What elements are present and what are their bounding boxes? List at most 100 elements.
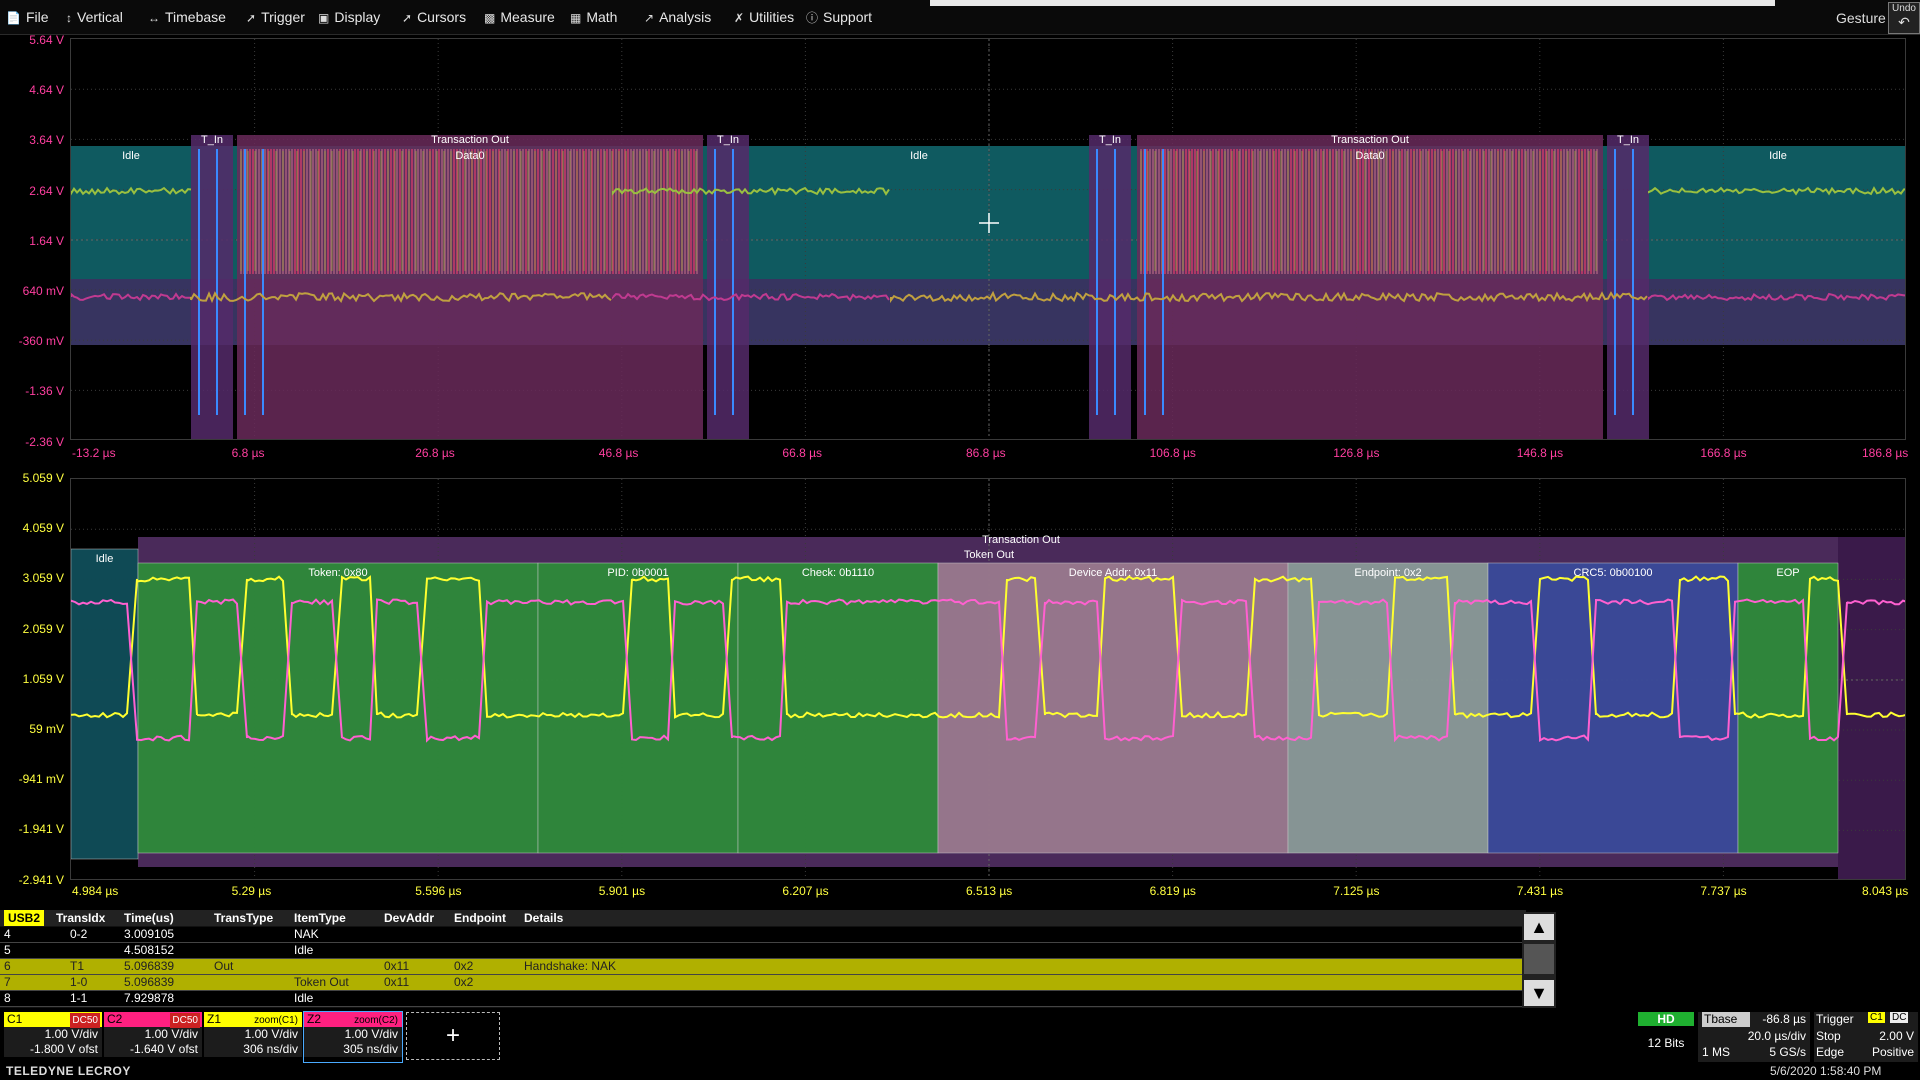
menu-display[interactable]: ▣ Display — [318, 0, 380, 34]
table-cell: 3.009105 — [124, 927, 174, 941]
menu-vertical[interactable]: ↕ Vertical — [66, 0, 123, 34]
add-channel-button[interactable]: + — [406, 1012, 500, 1060]
menu-label: Analysis — [659, 9, 711, 25]
x-tick-label: 6.8 µs — [232, 446, 265, 460]
menu-analysis[interactable]: ↗ Analysis — [644, 0, 711, 34]
undo-button[interactable]: Undo ↶ — [1888, 2, 1920, 34]
bits-label: 12 Bits — [1638, 1036, 1694, 1050]
hd-badge[interactable]: HD — [1638, 1012, 1694, 1026]
decode-table[interactable]: USB2 TransIdx Time(us) TransType ItemType Dev… — [0, 910, 1526, 1008]
channel-scale: 1.00 V/div — [4, 1027, 102, 1042]
table-row[interactable]: 7 1-0 5.096839 Token Out 0x11 0x2 — [0, 975, 1522, 991]
top-waveform-grid[interactable]: Idle T_In Transaction Out Data0 T_In Idle T_In… — [70, 38, 1906, 440]
bottom-zoom-grid[interactable]: Transaction Out Token Out Idle Token: 0x80 P… — [70, 478, 1906, 880]
column-header[interactable]: TransIdx — [56, 911, 105, 925]
table-scrollbar[interactable]: ▲ ▼ — [1522, 912, 1556, 1008]
title-strip — [930, 0, 1775, 6]
x-tick-label: 6.513 µs — [966, 884, 1012, 898]
table-cell: 7.929878 — [124, 991, 174, 1005]
table-row[interactable]: 8 1-1 7.929878 Idle — [0, 991, 1522, 1007]
segment-label: Idle — [910, 150, 928, 162]
trigger-icon: ➚ — [246, 1, 256, 35]
table-cell: Out — [214, 959, 233, 973]
channel-z2-box[interactable]: Z2 zoom(C2) 1.00 V/div 305 ns/div — [304, 1012, 402, 1062]
column-header[interactable]: DevAddr — [384, 911, 434, 925]
token-label: Token Out — [964, 549, 1014, 561]
column-header[interactable]: Details — [524, 911, 563, 925]
zoom-segment-label: EOP — [1776, 567, 1799, 579]
x-tick-label: 8.043 µs — [1862, 884, 1908, 898]
menu-label: Support — [823, 9, 872, 25]
x-tick-label: 6.207 µs — [782, 884, 828, 898]
scroll-up-icon[interactable]: ▲ — [1524, 914, 1554, 940]
channel-header: C1 DC50 — [4, 1012, 102, 1027]
trigger-slope: Positive — [1872, 1045, 1914, 1059]
analysis-icon: ↗ — [644, 1, 654, 35]
channel-z1-box[interactable]: Z1 zoom(C1) 1.00 V/div 306 ns/div — [204, 1012, 302, 1062]
y-tick-label: -1.36 V — [2, 384, 64, 398]
table-row[interactable]: 5 4.508152 Idle — [0, 943, 1522, 959]
channel-name: C2 — [107, 1012, 122, 1026]
y-tick-label: 1.64 V — [2, 234, 64, 248]
trigger-type: Edge — [1816, 1045, 1844, 1059]
channel-offset: 305 ns/div — [304, 1042, 402, 1057]
menu-math[interactable]: ▦ Math — [570, 0, 617, 34]
scroll-thumb[interactable] — [1524, 944, 1554, 974]
table-cell: 0x2 — [454, 959, 473, 973]
menu-cursors[interactable]: ➚ Cursors — [402, 0, 466, 34]
column-header[interactable]: ItemType — [294, 911, 346, 925]
channel-c2-box[interactable]: C2 DC50 1.00 V/div -1.640 V ofst — [104, 1012, 202, 1062]
y-tick-label: 3.059 V — [2, 571, 64, 585]
channel-offset: -1.800 V ofst — [4, 1042, 102, 1057]
table-cell: 0x2 — [454, 975, 473, 989]
zoom-segment-label: Check: 0b1110 — [802, 567, 874, 579]
y-tick-label: 4.059 V — [2, 521, 64, 535]
x-tick-label: 106.8 µs — [1150, 446, 1196, 460]
x-tick-label: 7.737 µs — [1700, 884, 1746, 898]
menu-utilities[interactable]: ✗ Utilities — [734, 0, 794, 34]
segment-top-label: Transaction Out — [1331, 134, 1409, 146]
zoom-segment-label: PID: 0b0001 — [607, 567, 668, 579]
table-cell: 1-0 — [70, 975, 87, 989]
y-tick-label: 4.64 V — [2, 83, 64, 97]
zoom-segment — [938, 563, 1288, 853]
menu-measure[interactable]: ▩ Measure — [484, 0, 555, 34]
gesture-label[interactable]: Gesture — [1836, 10, 1886, 26]
channel-header: C2 DC50 — [104, 1012, 202, 1027]
decode-segment — [707, 135, 749, 440]
scroll-down-icon[interactable]: ▼ — [1524, 980, 1554, 1006]
table-row[interactable]: 4 0-2 3.009105 NAK — [0, 927, 1522, 943]
channel-coupling: zoom(C1) — [252, 1013, 300, 1028]
menu-label: Timebase — [165, 9, 226, 25]
menu-file[interactable]: 📄 File — [6, 0, 49, 34]
trigger-label: Trigger — [1816, 1012, 1854, 1026]
tbase-value: -86.8 µs — [1762, 1012, 1806, 1026]
menu-label: File — [26, 9, 49, 25]
column-header[interactable]: USB2 — [4, 910, 44, 926]
channel-c1-box[interactable]: C1 DC50 1.00 V/div -1.800 V ofst — [4, 1012, 102, 1062]
column-header[interactable]: Time(us) — [124, 911, 174, 925]
segment-top-label: T_In — [1099, 134, 1121, 146]
zoom-segment — [138, 563, 538, 853]
channel-coupling: DC50 — [70, 1013, 100, 1028]
x-tick-label: 4.984 µs — [72, 884, 118, 898]
x-tick-label: 7.125 µs — [1333, 884, 1379, 898]
memory-size: 1 MS — [1702, 1045, 1730, 1059]
menu-trigger[interactable]: ➚ Trigger — [246, 0, 305, 34]
transaction-label: Transaction Out — [982, 534, 1060, 546]
y-tick-label: 1.059 V — [2, 672, 64, 686]
table-header: USB2 TransIdx Time(us) TransType ItemType Dev… — [0, 910, 1526, 926]
table-row[interactable]: 6 T1 5.096839 Out 0x11 0x2 Handshake: NAK — [0, 959, 1522, 975]
menu-support[interactable]: ⓘ Support — [806, 0, 872, 34]
trigger-box[interactable]: Trigger C1 DC Stop 2.00 V Edge Positive — [1814, 1012, 1918, 1062]
column-header[interactable]: TransType — [214, 911, 273, 925]
channel-coupling: zoom(C2) — [352, 1013, 400, 1028]
x-tick-label: 126.8 µs — [1333, 446, 1379, 460]
segment-top-label: T_In — [717, 134, 739, 146]
decode-segment — [1089, 135, 1131, 440]
timebase-box[interactable]: Tbase -86.8 µs 20.0 µs/div 1 MS 5 GS/s — [1698, 1012, 1810, 1062]
decode-segment — [191, 135, 233, 440]
column-header[interactable]: Endpoint — [454, 911, 506, 925]
x-tick-label: 86.8 µs — [966, 446, 1006, 460]
menu-timebase[interactable]: ↔ Timebase — [148, 0, 226, 34]
